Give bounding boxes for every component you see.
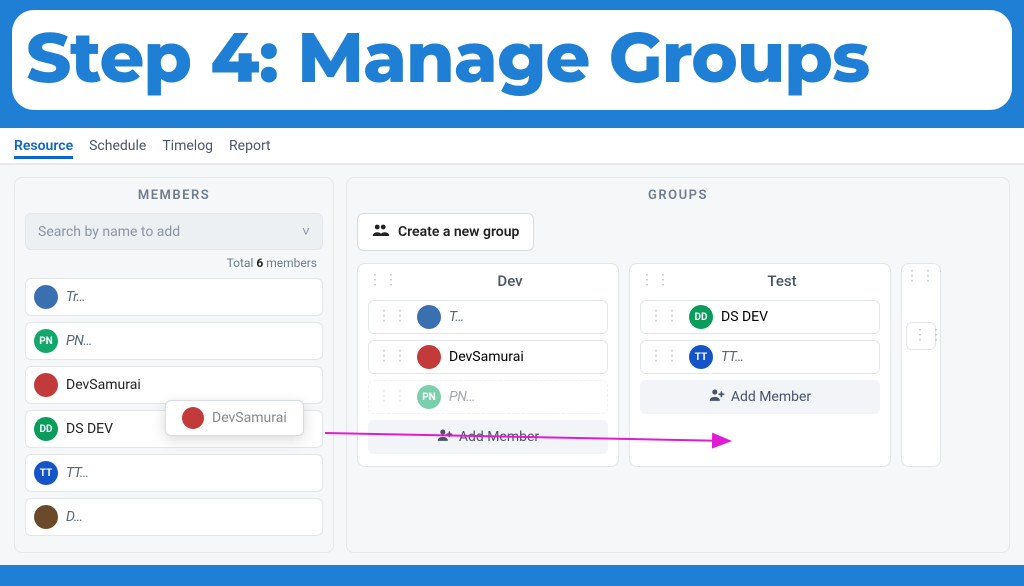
drag-handle-icon[interactable]: ⋮⋮: [913, 331, 945, 341]
tab-schedule[interactable]: Schedule: [89, 136, 146, 157]
avatar: [34, 505, 58, 529]
add-user-icon: [709, 388, 725, 406]
group-member[interactable]: ⋮⋮ DD DS DEV: [640, 300, 880, 334]
member-search-input[interactable]: Search by name to add ˅: [25, 213, 323, 250]
member-chip[interactable]: Tr…: [25, 278, 323, 316]
drag-handle-icon[interactable]: ⋮⋮: [640, 276, 672, 286]
member-chip[interactable]: PN PN…: [25, 322, 323, 360]
step-banner: Step 4: Manage Groups: [12, 10, 1012, 110]
users-icon: [372, 223, 390, 241]
member-name: T…: [449, 309, 464, 325]
group-name: Dev: [412, 272, 608, 290]
drag-handle-icon[interactable]: ⋮⋮: [905, 272, 937, 282]
avatar: PN: [34, 329, 58, 353]
member-name: TT…: [66, 465, 88, 481]
tab-report[interactable]: Report: [229, 136, 271, 157]
drag-ghost: DevSamurai: [165, 400, 304, 436]
members-title: MEMBERS: [25, 188, 323, 203]
add-user-icon: [437, 428, 453, 446]
search-placeholder: Search by name to add: [38, 224, 180, 240]
member-name: PN…: [449, 389, 475, 405]
member-name: Tr…: [66, 289, 85, 305]
avatar: TT: [34, 461, 58, 485]
member-name: DS DEV: [66, 421, 113, 437]
group-name: Test: [684, 272, 880, 290]
avatar: [417, 345, 441, 369]
member-name: PN…: [66, 333, 92, 349]
group-member-dragging[interactable]: ⋮⋮ PN PN…: [368, 380, 608, 414]
main-area: MEMBERS Search by name to add ˅ Total 6 …: [0, 165, 1024, 565]
avatar: PN: [417, 385, 441, 409]
member-chip[interactable]: TT TT…: [25, 454, 323, 492]
chevron-down-icon: ˅: [302, 223, 310, 240]
drag-handle-icon[interactable]: ⋮⋮: [649, 312, 681, 322]
member-name: TT…: [721, 349, 743, 365]
avatar: [34, 373, 58, 397]
avatar: [417, 305, 441, 329]
member-name: DevSamurai: [66, 377, 141, 393]
drag-handle-icon[interactable]: ⋮⋮: [377, 312, 409, 322]
members-panel: MEMBERS Search by name to add ˅ Total 6 …: [14, 177, 334, 553]
add-member-button[interactable]: Add Member: [640, 380, 880, 414]
drag-handle-icon[interactable]: ⋮⋮: [377, 352, 409, 362]
member-chip[interactable]: DevSamurai: [25, 366, 323, 404]
avatar: TT: [689, 345, 713, 369]
tab-resource[interactable]: Resource: [14, 136, 73, 159]
banner-title: Step 4: Manage Groups: [26, 14, 998, 100]
group-card-dev: ⋮⋮ Dev ⋮⋮ T… ⋮⋮ DevSamurai ⋮⋮: [357, 263, 619, 467]
drag-handle-icon[interactable]: ⋮⋮: [368, 276, 400, 286]
avatar: DD: [689, 305, 713, 329]
drag-ghost-label: DevSamurai: [212, 410, 287, 426]
group-member[interactable]: ⋮⋮ TT TT…: [640, 340, 880, 374]
group-card-test: ⋮⋮ Test ⋮⋮ DD DS DEV ⋮⋮ TT TT…: [629, 263, 891, 467]
member-name: DS DEV: [721, 309, 768, 325]
member-name: D…: [66, 509, 82, 525]
group-card-partial: ⋮⋮ ⋮⋮: [901, 263, 941, 467]
drag-handle-icon[interactable]: ⋮⋮: [649, 352, 681, 362]
groups-title: GROUPS: [357, 188, 999, 203]
create-group-button[interactable]: Create a new group: [357, 213, 534, 251]
avatar: [34, 285, 58, 309]
groups-panel: GROUPS Create a new group ⋮⋮ Dev ⋮⋮ T: [346, 177, 1010, 553]
avatar: DD: [34, 417, 58, 441]
tab-timelog[interactable]: Timelog: [162, 136, 213, 157]
avatar: [182, 407, 204, 429]
group-member[interactable]: ⋮⋮ T…: [368, 300, 608, 334]
drag-handle-icon[interactable]: ⋮⋮: [377, 392, 409, 402]
app-frame: Resource Schedule Timelog Report MEMBERS…: [0, 128, 1024, 565]
member-name: DevSamurai: [449, 349, 524, 365]
member-chip[interactable]: D…: [25, 498, 323, 536]
groups-row: ⋮⋮ Dev ⋮⋮ T… ⋮⋮ DevSamurai ⋮⋮: [357, 263, 999, 467]
group-member[interactable]: ⋮⋮ DevSamurai: [368, 340, 608, 374]
add-member-button[interactable]: Add Member: [368, 420, 608, 454]
member-list: Tr… PN PN… DevSamurai DD DS DEV TT TT…: [25, 278, 323, 536]
member-total: Total 6 members: [25, 256, 317, 270]
tab-bar: Resource Schedule Timelog Report: [0, 136, 1024, 165]
